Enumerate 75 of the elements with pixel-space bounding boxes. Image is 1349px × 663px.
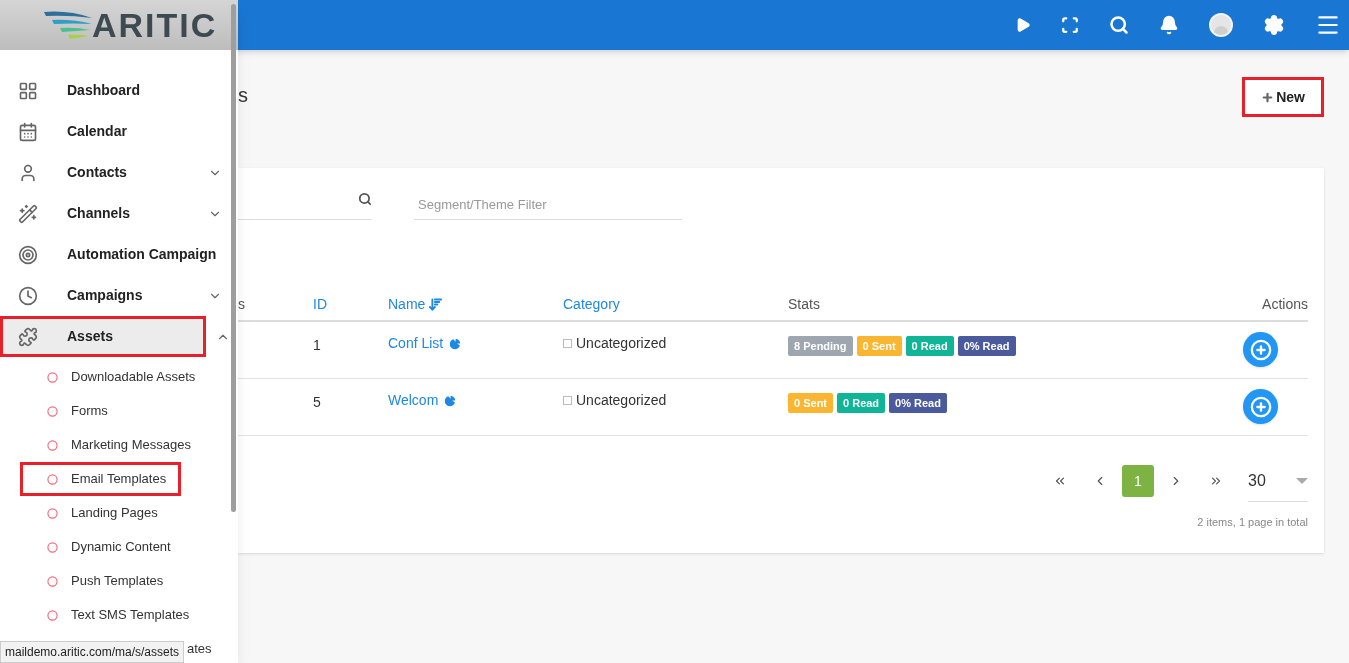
circle-icon — [47, 575, 58, 587]
plus-icon — [1261, 90, 1275, 104]
stat-badge: 0% Read — [957, 336, 1016, 356]
sidebar-item[interactable]: Contacts — [0, 152, 232, 193]
pie-chart-icon[interactable] — [448, 336, 463, 351]
sidebar-label: Channels — [67, 204, 131, 223]
caret-icon — [1296, 477, 1308, 484]
circle-icon — [47, 439, 58, 451]
sidebar-label: Assets — [67, 327, 114, 346]
page-title: s — [238, 83, 248, 108]
plus-icon — [1249, 338, 1272, 361]
per-page-select[interactable]: 30 — [1248, 460, 1308, 502]
search-icon — [358, 192, 372, 206]
filter-field[interactable]: Segment/Theme Filter — [414, 190, 682, 220]
sidebar-label: Campaigns — [67, 286, 144, 305]
sidebar-label: Automation Campaign — [67, 245, 218, 264]
name-link[interactable]: Welcom — [388, 390, 439, 411]
avatar-icon[interactable] — [1209, 13, 1233, 37]
circle-icon — [47, 405, 58, 417]
stat-badge: 0 Read — [837, 393, 886, 413]
stat-badge: 8 Pending — [788, 336, 853, 356]
search-icon[interactable] — [1109, 15, 1129, 35]
id-cell: 1 — [313, 337, 321, 353]
bell-icon[interactable] — [1159, 15, 1179, 35]
submenu-item[interactable]: Email Templates — [20, 462, 182, 496]
pagination-summary: 2 items, 1 page in total — [1197, 515, 1308, 530]
column-header[interactable]: ID — [313, 293, 327, 315]
settings-icon[interactable] — [1263, 14, 1285, 36]
target-icon — [18, 244, 38, 265]
name-link[interactable]: Conf List — [388, 333, 444, 354]
sidebar-label: Calendar — [67, 122, 128, 141]
sidebar-item[interactable]: Campaigns — [0, 275, 232, 316]
sort-icon[interactable] — [428, 296, 444, 312]
column-header: Stats — [788, 294, 820, 314]
puzzle-icon — [18, 326, 38, 347]
stat-badge: 0% Read — [889, 393, 947, 413]
fullscreen-icon[interactable] — [1061, 16, 1079, 34]
calendar-icon — [18, 121, 38, 142]
magic-wand-icon — [18, 203, 38, 224]
column-header: s — [238, 294, 245, 314]
add-action-button[interactable] — [1243, 389, 1278, 424]
category-cell-text: Uncategorized — [576, 334, 667, 353]
logo-text: ARITIC — [92, 4, 218, 46]
circle-icon — [47, 609, 58, 621]
sidebar-item[interactable]: Channels — [0, 193, 232, 234]
scrollbar[interactable] — [231, 4, 236, 512]
stat-badge: 0 Read — [905, 336, 954, 356]
pie-chart-icon[interactable] — [443, 393, 458, 408]
circle-icon — [47, 473, 58, 485]
column-header[interactable]: Name — [388, 293, 426, 315]
grid-icon — [18, 80, 38, 101]
play-icon[interactable] — [1015, 17, 1031, 33]
stat-badge: 0 Sent — [856, 336, 902, 356]
sidebar-label: Dashboard — [67, 81, 142, 100]
submenu-item[interactable]: ates — [187, 639, 212, 659]
status-url: maildemo.aritic.com/ma/s/assets — [0, 641, 185, 663]
checkbox[interactable] — [563, 339, 572, 348]
sidebar-item[interactable]: Automation Campaign — [0, 234, 232, 275]
column-header[interactable]: Category — [563, 293, 620, 315]
circle-icon — [47, 541, 58, 553]
stat-badge: 0 Sent — [788, 393, 833, 413]
user-icon — [18, 162, 38, 183]
sidebar-item[interactable]: Calendar — [0, 111, 232, 152]
circle-icon — [47, 371, 58, 383]
category-cell-text: Uncategorized — [576, 391, 667, 410]
new-button[interactable]: New — [1242, 77, 1324, 117]
sidebar-item[interactable]: Dashboard — [0, 70, 232, 111]
column-header: Actions — [1262, 294, 1308, 314]
checkbox[interactable] — [563, 396, 572, 405]
sidebar-label: Contacts — [67, 163, 128, 182]
plus-icon — [1249, 395, 1272, 418]
add-action-button[interactable] — [1243, 332, 1278, 367]
circle-icon — [47, 507, 58, 519]
id-cell: 5 — [313, 394, 321, 410]
clock-icon — [18, 285, 38, 306]
